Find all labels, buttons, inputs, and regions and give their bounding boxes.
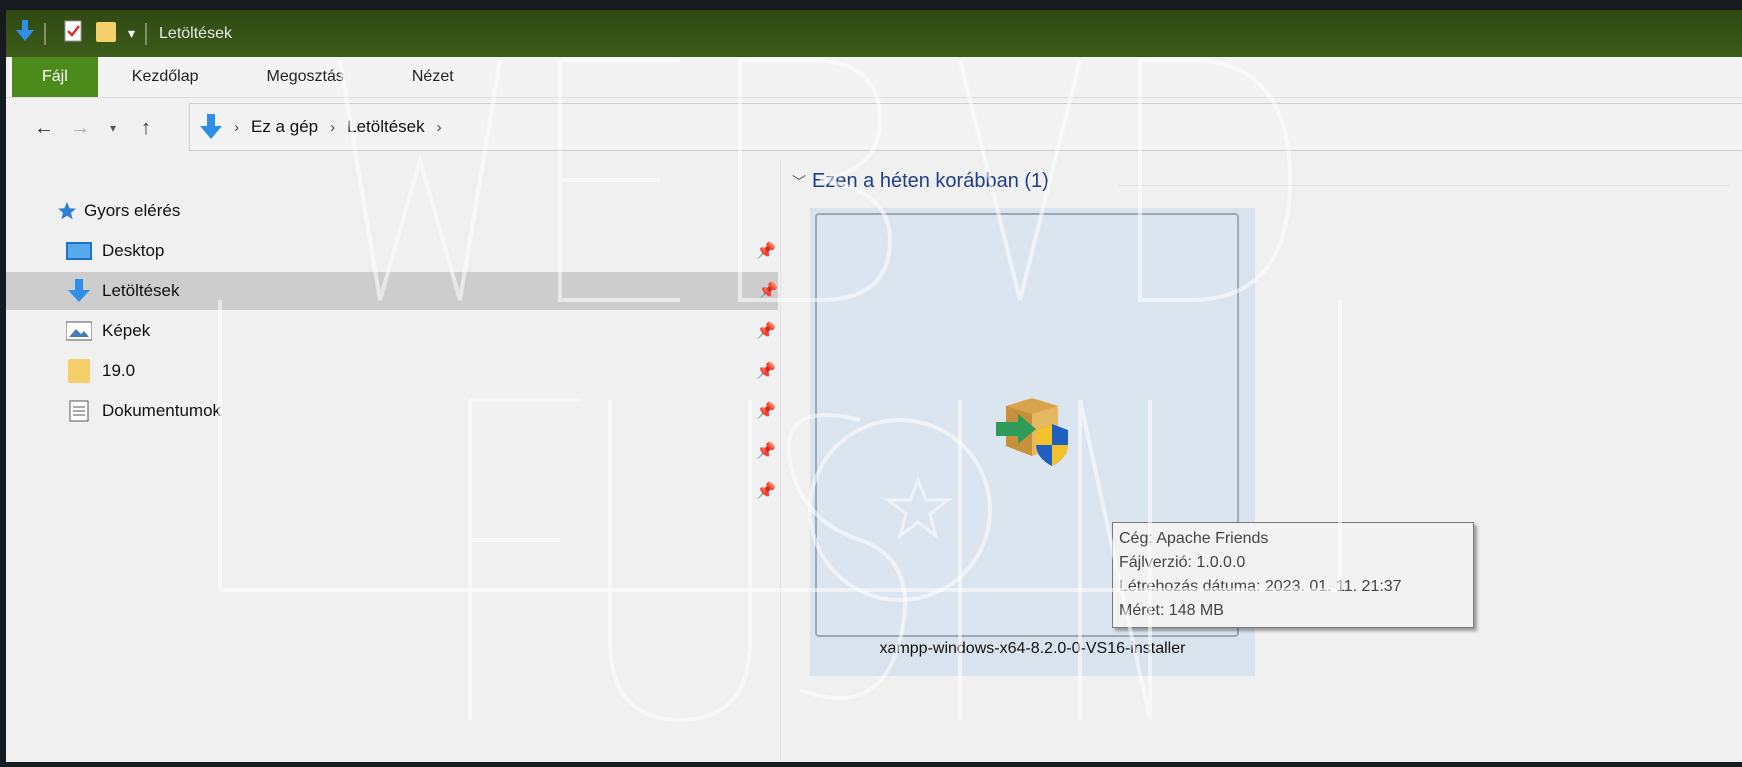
pin-icon[interactable]: 📌 [758,281,778,301]
sidebar-item-label: Letöltések [102,281,180,300]
title-separator [44,22,46,45]
sidebar-item-label: 19.0 [102,361,136,380]
quick-access-label: Gyors elérés [84,201,181,220]
sidebar-item-pinned[interactable]: 📌 [66,432,776,470]
tab-file[interactable]: Fájl [12,57,98,97]
file-info-tooltip: Cég: Apache Friends Fájlverzió: 1.0.0.0 … [1112,522,1474,628]
tooltip-size: Méret: 148 MB [1119,602,1224,619]
breadcrumb-this-pc[interactable]: Ez a gép [251,117,318,137]
ribbon-tabs: Fájl Kezdőlap Megosztás Nézet [6,57,1742,98]
sidebar-item-label: Desktop [102,241,165,260]
sidebar-item-label: Képek [102,321,151,340]
pane-splitter[interactable] [780,160,781,760]
pin-icon[interactable]: 📌 [756,361,776,381]
navigation-pane: Gyors elérés Desktop 📌 Letöltések 📌 Képe… [6,160,780,760]
tooltip-company: Cég: Apache Friends [1119,530,1269,547]
customize-toolbar-icon[interactable]: ▾ [128,25,135,42]
forward-arrow-icon[interactable]: → [62,117,98,140]
properties-icon[interactable] [64,20,82,47]
installer-shield-icon [996,392,1074,470]
navigation-row: ← → ▾ ↑ › Ez a gép › Letöltések › [6,98,1742,158]
sidebar-item-pictures[interactable]: Képek 📌 [66,312,776,350]
chevron-down-icon[interactable]: ﹀ [792,172,806,192]
breadcrumb-separator-icon[interactable]: › [330,119,335,136]
group-header-label: Ezen a héten korábban (1) [812,170,1049,192]
pin-icon[interactable]: 📌 [756,401,776,421]
breadcrumb-separator-icon[interactable]: › [437,119,442,136]
group-header[interactable]: ﹀ Ezen a héten korábban (1) [792,170,1049,193]
recent-locations-chevron-icon[interactable]: ▾ [98,121,128,135]
sidebar-item-label: Dokumentumok [102,401,222,420]
title-bar: ▾ Letöltések [6,10,1742,57]
window-title: Letöltések [159,24,232,42]
star-icon [56,200,78,222]
sidebar-item-desktop[interactable]: Desktop 📌 [66,232,776,270]
new-folder-icon[interactable] [96,20,116,47]
pictures-icon [66,320,92,342]
pin-icon[interactable]: 📌 [756,321,776,341]
pin-icon[interactable]: 📌 [756,241,776,261]
back-arrow-icon[interactable]: ← [26,117,62,140]
pin-icon[interactable]: 📌 [756,481,776,501]
folder-icon [66,359,92,383]
tooltip-file-version: Fájlverzió: 1.0.0.0 [1119,554,1246,571]
download-icon [200,114,222,140]
title-separator [145,22,148,45]
group-divider [1118,185,1730,186]
tab-view[interactable]: Nézet [378,57,488,97]
up-arrow-icon[interactable]: ↑ [128,117,164,140]
breadcrumb-downloads[interactable]: Letöltések [347,117,425,137]
sidebar-item-documents[interactable]: Dokumentumok 📌 [66,392,776,430]
address-bar[interactable]: › Ez a gép › Letöltések › [189,103,1742,151]
tooltip-created-date: Létrehozás dátuma: 2023. 01. 11. 21:37 [1119,578,1402,595]
file-name[interactable]: xampp-windows-x64-8.2.0-0-VS16-installer [810,640,1255,658]
sidebar-item-downloads[interactable]: Letöltések 📌 [6,272,778,310]
documents-icon [66,400,92,422]
desktop-icon [66,240,92,262]
tab-share[interactable]: Megosztás [233,57,378,97]
pin-icon[interactable]: 📌 [756,441,776,461]
breadcrumb-separator-icon[interactable]: › [234,119,239,136]
download-icon [16,20,34,47]
sidebar-item-folder-19[interactable]: 19.0 📌 [66,352,776,390]
download-icon [66,279,92,302]
sidebar-item-pinned[interactable]: 📌 [66,472,776,510]
quick-access[interactable]: Gyors elérés [56,192,776,230]
tab-home[interactable]: Kezdőlap [98,57,233,97]
